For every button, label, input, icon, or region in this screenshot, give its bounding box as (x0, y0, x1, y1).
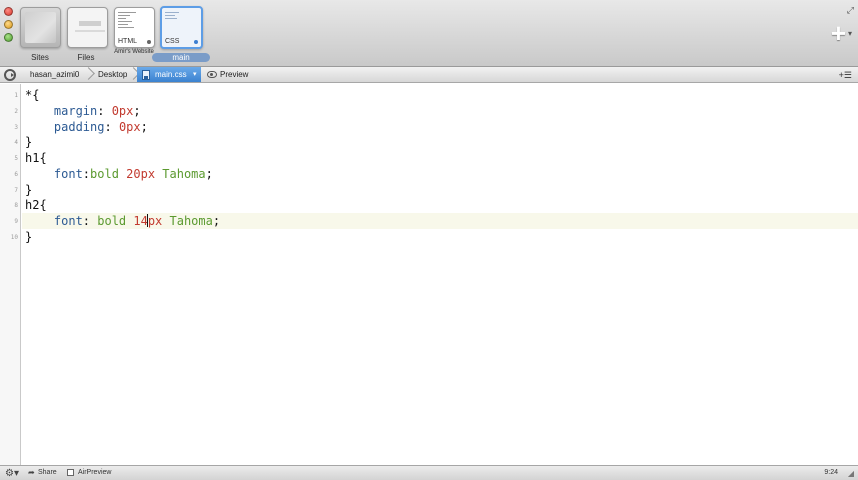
html-tag-label: HTML (118, 38, 138, 45)
code-editor[interactable]: 1 2 3 4 5 6 7 8 9 10 *{ margin: 0px; padding: 0px… (0, 84, 858, 465)
line-number: 3 (14, 123, 18, 131)
code-token: ; (212, 214, 221, 228)
preview-button[interactable]: Preview (207, 67, 248, 82)
airpreview-label: AirPreview (78, 469, 112, 476)
code-token: bold (97, 214, 134, 228)
gear-icon[interactable]: ⚙▾ (5, 468, 19, 479)
minimize-window-button[interactable] (4, 20, 13, 29)
css-file-icon (142, 70, 150, 80)
code-token: *{ (25, 88, 40, 102)
sites-tab-thumbnail[interactable] (20, 7, 61, 48)
code-token: : (97, 103, 112, 118)
code-token: Tahoma (162, 214, 213, 228)
css-tag-label: CSS (165, 38, 180, 45)
code-token: } (25, 182, 33, 197)
code-token: } (25, 135, 33, 150)
share-icon: ➦ (28, 468, 35, 477)
share-label: Share (38, 469, 57, 476)
code-line[interactable]: } (25, 182, 32, 198)
current-file-name: main.css (155, 70, 187, 79)
code-token: : (82, 214, 98, 228)
breadcrumb-desktop[interactable]: Desktop (98, 67, 127, 82)
eye-icon (207, 71, 217, 78)
code-token: : (82, 166, 91, 181)
main-tab-label[interactable]: main (152, 53, 210, 62)
fullscreen-arrows-icon[interactable]: ⤢ (847, 5, 854, 16)
navigation-circle-icon[interactable] (4, 69, 16, 81)
code-token: 20px (126, 166, 156, 181)
code-token: 14 (133, 214, 148, 228)
code-line[interactable]: margin: 0px; (25, 103, 141, 119)
code-line[interactable]: } (25, 229, 32, 245)
add-button[interactable]: + (831, 20, 846, 46)
status-bar: ⚙▾ ➦ Share AirPreview 9:24 ◢ (0, 465, 858, 480)
line-number: 9 (14, 218, 18, 225)
airpreview-checkbox[interactable] (67, 469, 74, 476)
code-token: ; (133, 103, 141, 118)
code-token: Tahoma (155, 166, 206, 181)
website-html-tab-thumbnail[interactable]: HTML (114, 7, 155, 48)
code-token: font (25, 166, 83, 181)
chevron-down-icon[interactable]: ▾ (193, 67, 197, 82)
chevron-right-icon (128, 67, 136, 82)
status-dot-icon (147, 40, 151, 44)
line-number: 2 (14, 107, 18, 115)
code-line[interactable]: font: bold 14px Tahoma; (25, 213, 220, 229)
main-toolbar: Sites Files HTML Amir's Website CSS main… (0, 0, 858, 67)
share-button[interactable]: ➦ Share (28, 468, 57, 477)
chevron-right-icon (83, 67, 91, 82)
cursor-position: 9:24 (824, 469, 838, 476)
line-number: 1 (14, 92, 18, 99)
line-number: 7 (14, 186, 18, 194)
code-line[interactable]: font:bold 20px Tahoma; (25, 166, 213, 182)
code-token: h1{ (25, 151, 47, 165)
code-token: } (25, 229, 33, 244)
list-menu-icon[interactable]: +☰ (839, 70, 852, 81)
files-tab-thumbnail[interactable] (67, 7, 108, 48)
zoom-window-button[interactable] (4, 33, 13, 42)
resize-grip-icon[interactable]: ◢ (848, 469, 854, 478)
code-token: : (104, 119, 119, 134)
line-number: 5 (14, 155, 18, 162)
status-dot-icon (194, 40, 198, 44)
main-css-tab-thumbnail[interactable]: CSS (160, 6, 203, 49)
code-token: px (147, 214, 163, 228)
code-token: padding (25, 119, 105, 134)
line-number: 6 (14, 170, 18, 178)
code-token: ; (140, 119, 148, 134)
code-token: 0px (111, 103, 134, 118)
breadcrumb-current-file[interactable]: main.css ▾ (137, 67, 201, 82)
code-token: font (25, 214, 83, 228)
breadcrumb: hasan_azimi0 Desktop main.css ▾ Preview … (0, 67, 858, 83)
line-number: 4 (14, 139, 18, 147)
code-token: margin (25, 103, 98, 118)
code-line[interactable]: padding: 0px; (25, 119, 148, 135)
line-number-gutter: 1 2 3 4 5 6 7 8 9 10 (0, 84, 21, 465)
line-number: 8 (14, 202, 18, 210)
airpreview-toggle[interactable]: AirPreview (67, 469, 111, 476)
code-token: ; (205, 166, 213, 181)
code-token: bold (90, 166, 127, 181)
line-number: 10 (10, 233, 18, 241)
code-token: h2{ (25, 198, 47, 213)
code-line[interactable]: h2{ (25, 197, 47, 213)
code-line[interactable]: h1{ (25, 150, 47, 166)
code-token: 0px (118, 119, 141, 134)
code-line[interactable]: } (25, 134, 32, 150)
preview-label: Preview (220, 70, 249, 79)
chevron-down-icon[interactable]: ▾ (848, 29, 852, 38)
code-line[interactable]: *{ (25, 87, 39, 103)
breadcrumb-user[interactable]: hasan_azimi0 (30, 67, 79, 82)
close-window-button[interactable] (4, 7, 13, 16)
